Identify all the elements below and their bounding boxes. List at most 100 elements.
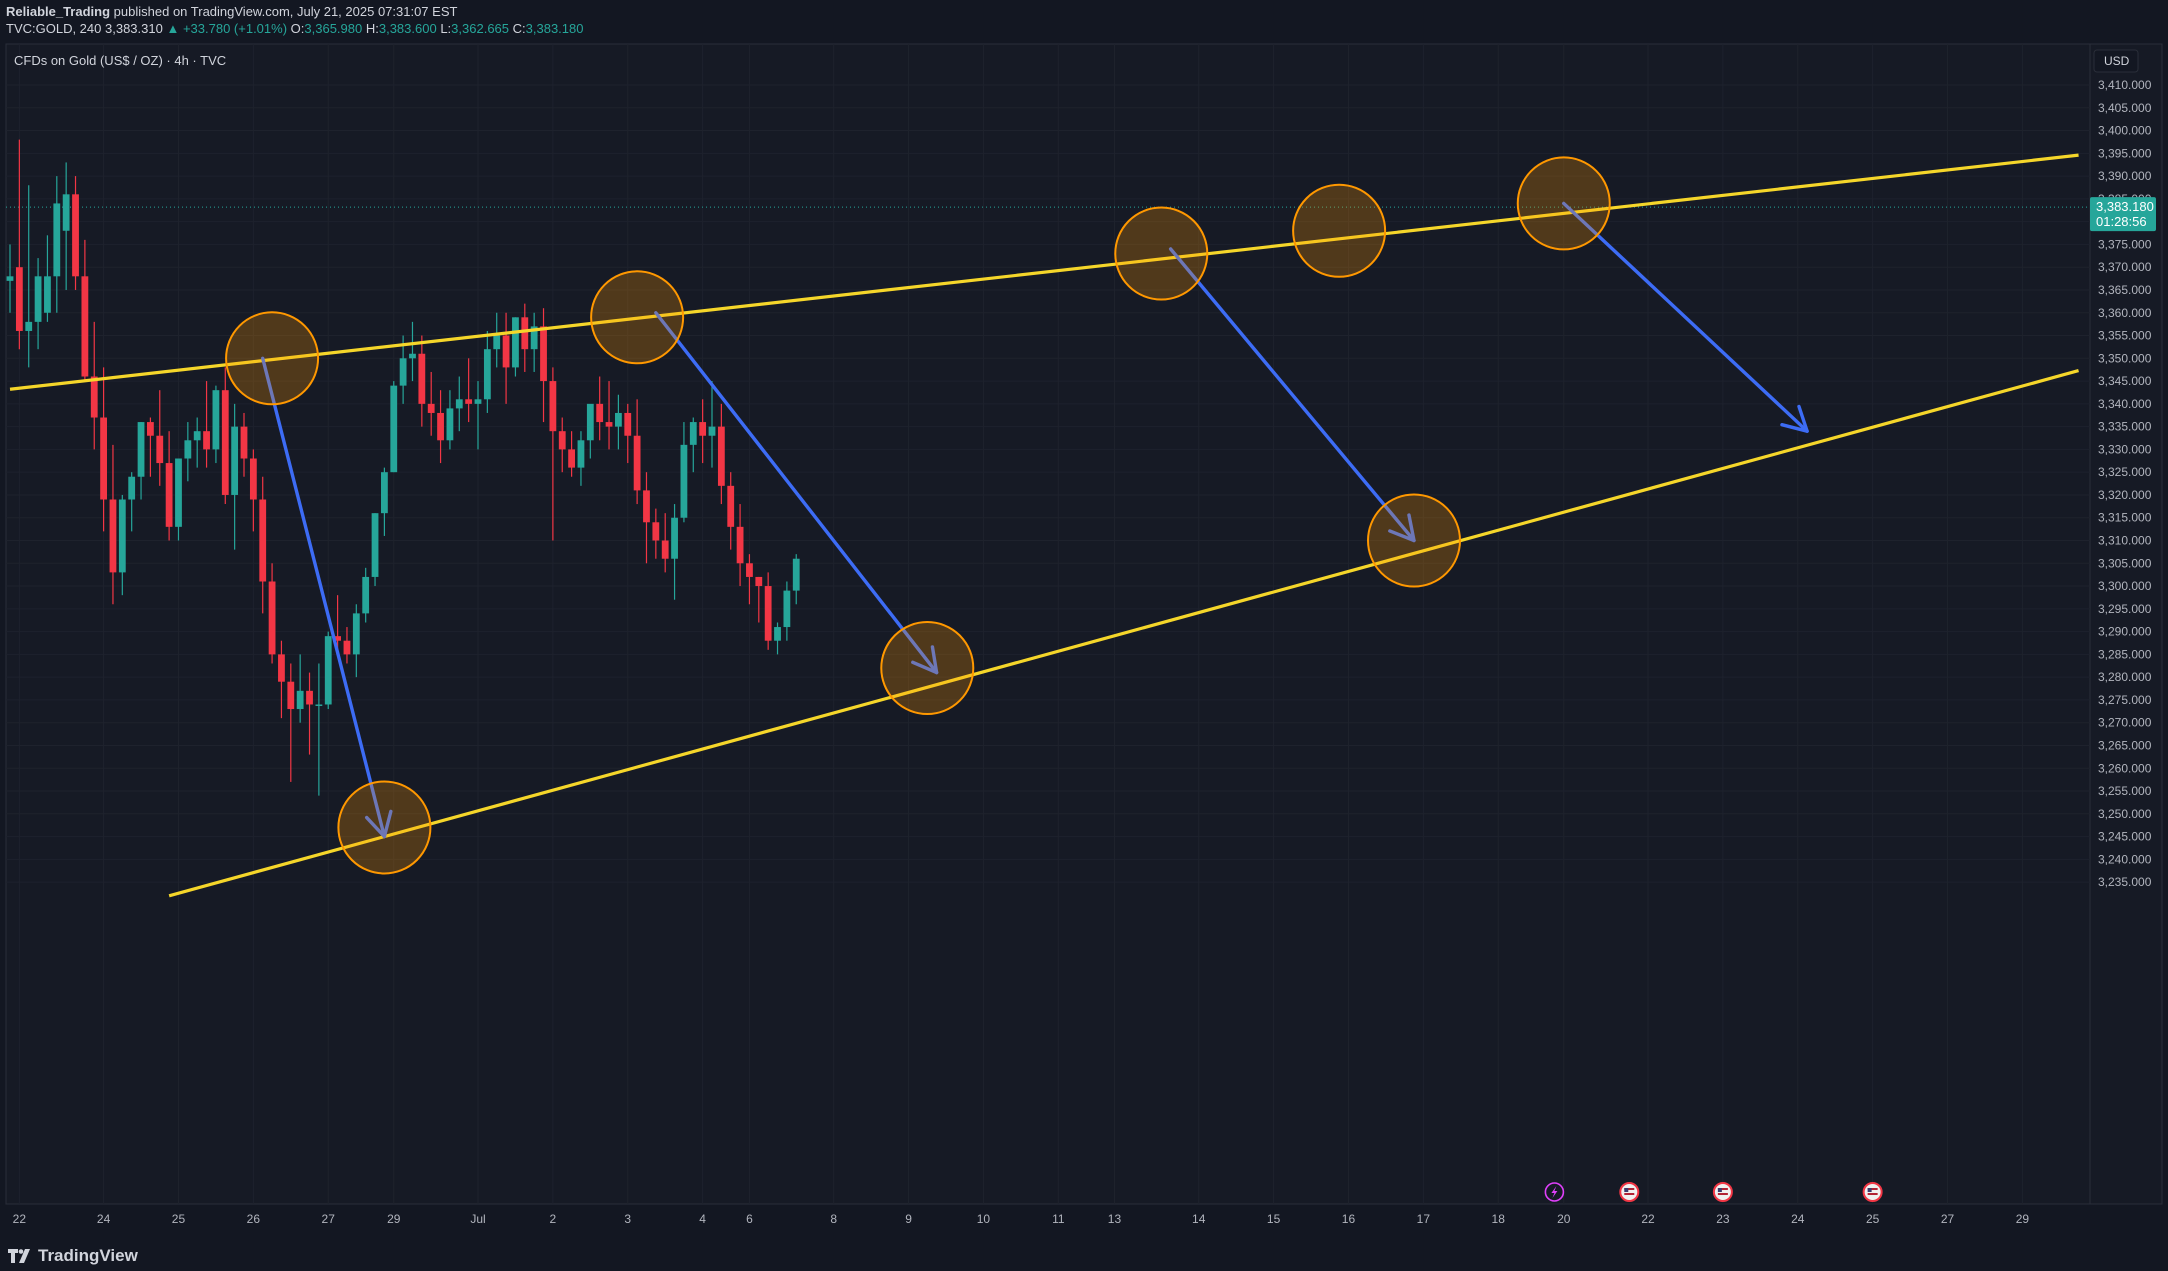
candle-body bbox=[128, 476, 136, 500]
candle-body bbox=[352, 613, 360, 655]
price-tick-label: 3,405.000 bbox=[2098, 101, 2152, 115]
price-tag-countdown: 01:28:56 bbox=[2096, 214, 2147, 229]
candle-body bbox=[156, 435, 164, 464]
candle-body bbox=[137, 422, 145, 477]
candle-body bbox=[175, 458, 182, 527]
candle-body bbox=[34, 276, 42, 322]
footer-bar: TradingView bbox=[0, 1239, 2168, 1271]
time-tick-label: 10 bbox=[977, 1212, 991, 1226]
high-label: H: bbox=[365, 21, 379, 36]
candle-body bbox=[81, 276, 89, 377]
candle-body bbox=[390, 385, 398, 473]
candle-body bbox=[736, 526, 744, 564]
time-tick-label: Jul bbox=[470, 1212, 485, 1226]
time-tick-label: 27 bbox=[1941, 1212, 1955, 1226]
price-change: ▲ +33.780 (+1.01%) bbox=[166, 21, 288, 36]
time-tick-label: 8 bbox=[830, 1212, 837, 1226]
author-name[interactable]: Reliable_Trading bbox=[6, 4, 110, 19]
candle-body bbox=[437, 412, 444, 441]
candle-body bbox=[624, 412, 632, 436]
tradingview-logo-icon bbox=[8, 1249, 30, 1263]
candle-body bbox=[577, 440, 585, 468]
candle-body bbox=[371, 513, 379, 577]
candle-body bbox=[278, 654, 285, 682]
candle-body bbox=[596, 403, 604, 423]
touch-circle bbox=[880, 621, 975, 716]
time-tick-label: 25 bbox=[172, 1212, 186, 1226]
time-tick-label: 2 bbox=[550, 1212, 557, 1226]
candle-body bbox=[661, 540, 669, 559]
price-tick-label: 3,300.000 bbox=[2098, 579, 2152, 593]
open-value: 3,365.980 bbox=[304, 21, 363, 36]
time-tick-label: 14 bbox=[1192, 1212, 1206, 1226]
candle-body bbox=[100, 417, 107, 500]
touch-circle bbox=[225, 311, 320, 406]
price-tick-label: 3,245.000 bbox=[2098, 830, 2152, 844]
publish-info: Reliable_Trading published on TradingVie… bbox=[6, 4, 457, 19]
candle-body bbox=[109, 499, 117, 573]
candle-body bbox=[362, 576, 370, 614]
price-tick-label: 3,325.000 bbox=[2098, 465, 2152, 479]
candle-body bbox=[44, 276, 51, 313]
published-text: published on TradingView.com, July 21, 2… bbox=[113, 4, 458, 19]
candle-body bbox=[764, 586, 772, 641]
current-price-tag: 3,383.180 01:28:56 bbox=[2090, 197, 2156, 232]
price-chart[interactable]: 3,235.000 3,240.000 3,245.000 3,250.000 3,25… bbox=[0, 42, 2168, 1239]
candle-body bbox=[315, 704, 323, 706]
header-bar: Reliable_Trading published on TradingVie… bbox=[0, 0, 2168, 42]
price-tick-label: 3,290.000 bbox=[2098, 625, 2152, 639]
price-tick-label: 3,390.000 bbox=[2098, 169, 2152, 183]
low-label: L: bbox=[440, 21, 452, 36]
candle-body bbox=[399, 358, 407, 386]
candle-body bbox=[259, 499, 267, 582]
candle-body bbox=[502, 335, 510, 368]
price-tick-label: 3,365.000 bbox=[2098, 283, 2152, 297]
open-label: O: bbox=[290, 21, 305, 36]
candle-body bbox=[343, 640, 351, 655]
price-tick-label: 3,355.000 bbox=[2098, 329, 2152, 343]
candle-body bbox=[708, 426, 716, 436]
price-tag-value: 3,383.180 bbox=[2096, 199, 2154, 214]
plot-area[interactable] bbox=[5, 43, 2091, 1205]
time-tick-label: 18 bbox=[1492, 1212, 1506, 1226]
price-tick-label: 3,400.000 bbox=[2098, 124, 2152, 138]
last-price: 3,383.310 bbox=[105, 21, 163, 36]
candle-body bbox=[324, 636, 332, 705]
candle-body bbox=[549, 381, 557, 432]
candle-body bbox=[409, 353, 416, 359]
currency-label: USD bbox=[2104, 54, 2130, 68]
candle-body bbox=[643, 490, 650, 523]
candle-body bbox=[774, 627, 781, 641]
price-tick-label: 3,370.000 bbox=[2098, 260, 2152, 274]
time-tick-label: 11 bbox=[1052, 1212, 1065, 1226]
price-tick-label: 3,345.000 bbox=[2098, 374, 2152, 388]
candle-body bbox=[53, 203, 61, 277]
candle-body bbox=[727, 485, 735, 527]
candle-body bbox=[558, 431, 566, 450]
event-us-flag-canton bbox=[1867, 1188, 1872, 1192]
candle-body bbox=[165, 463, 173, 527]
symbol-label[interactable]: TVC:GOLD, 240 bbox=[6, 21, 101, 36]
candle-body bbox=[755, 576, 763, 587]
time-tick-label: 22 bbox=[1641, 1212, 1655, 1226]
price-tick-label: 3,235.000 bbox=[2098, 875, 2152, 889]
price-tick-label: 3,320.000 bbox=[2098, 488, 2152, 502]
time-tick-label: 9 bbox=[905, 1212, 912, 1226]
close-label: C: bbox=[512, 21, 526, 36]
time-tick-label: 4 bbox=[699, 1212, 706, 1226]
candle-body bbox=[118, 499, 126, 573]
price-tick-label: 3,240.000 bbox=[2098, 852, 2152, 866]
price-tick-label: 3,330.000 bbox=[2098, 442, 2152, 456]
time-tick-label: 13 bbox=[1108, 1212, 1122, 1226]
tradingview-logo[interactable]: TradingView bbox=[8, 1246, 138, 1266]
candle-body bbox=[465, 399, 473, 404]
symbol-info: TVC:GOLD, 240 3,383.310 ▲ +33.780 (+1.01… bbox=[6, 21, 583, 36]
time-tick-label: 25 bbox=[1866, 1212, 1880, 1226]
candle-body bbox=[72, 194, 79, 277]
candle-body bbox=[25, 321, 33, 331]
candle-body bbox=[203, 431, 210, 450]
high-value: 3,383.600 bbox=[378, 21, 437, 36]
candle-body bbox=[249, 458, 257, 500]
candle-body bbox=[680, 444, 688, 518]
time-tick-label: 27 bbox=[322, 1212, 336, 1226]
